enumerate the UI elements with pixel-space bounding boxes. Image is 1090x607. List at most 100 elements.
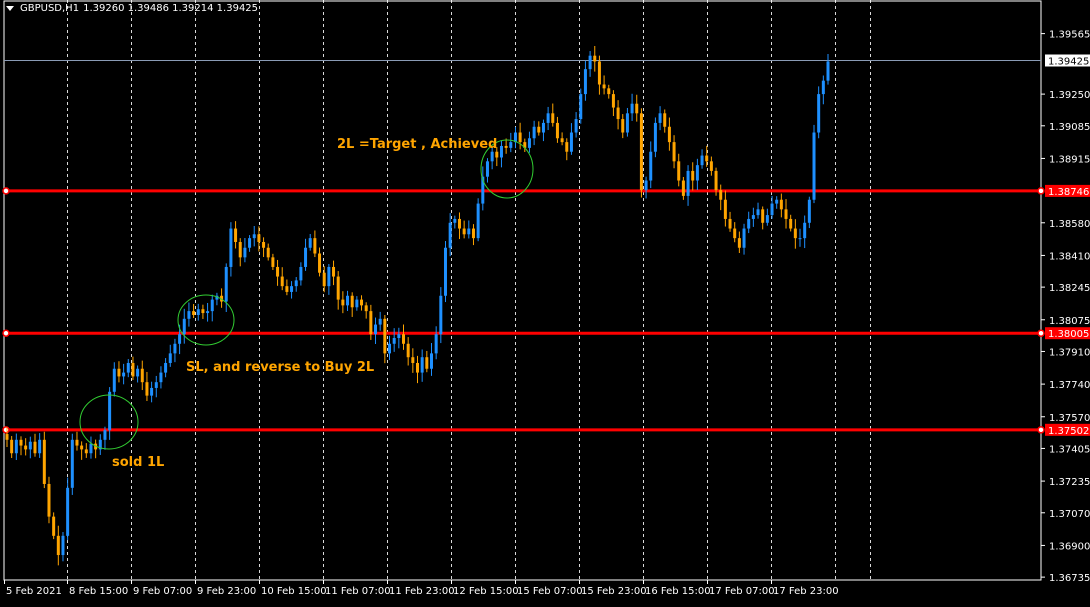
level-handle [1038,427,1044,433]
symbol-timeframe: GBPUSD,H1 [20,3,79,14]
candle-body [584,69,587,94]
candle-body [234,229,237,242]
candle-body [738,238,741,248]
candle-body [103,430,106,440]
candle-body [75,440,78,446]
candle-body [295,280,298,286]
candle-body [127,363,130,373]
y-tick-label: 1.37405 [1049,444,1090,455]
candle-body [351,296,354,308]
candle-body [799,238,802,239]
candle-body [271,257,274,267]
current-price-line: 1.39425 [4,54,1090,67]
candle-body [397,334,400,338]
candle-body [89,444,92,454]
candle-body [150,388,153,396]
level-handle [3,188,9,194]
candle-body [369,311,372,334]
candle-body [439,296,442,334]
candle-body [276,267,279,277]
candle-body [710,161,713,171]
candle-body [201,309,204,313]
candle-body [621,119,624,132]
candle-body [33,442,36,454]
x-tick-label: 15 Feb 23:00 [581,586,647,597]
candle-body [463,229,466,235]
chart-area[interactable]: 1.387461.380051.37502 1.39425 2L =Target… [0,0,1090,603]
level-handle [1038,330,1044,336]
candle-body [813,133,816,200]
candle-body [458,219,461,229]
y-tick-label: 1.38915 [1049,154,1090,165]
candle-body [141,369,144,382]
candle-body [491,152,494,162]
y-tick-label: 1.38075 [1049,316,1090,327]
y-tick-label: 1.38245 [1049,283,1090,294]
candle-body [187,311,190,319]
candle-body [262,242,265,248]
candle-body [337,277,340,300]
horizontal-levels[interactable]: 1.387461.380051.37502 [3,185,1090,437]
candle-body [248,238,251,248]
candle-body [453,219,456,223]
candle-body [612,94,615,107]
candle-body [155,382,158,388]
candle-body [341,300,344,306]
candle-body [229,229,232,267]
candle-body [519,133,522,143]
candle-body [313,238,316,253]
grid [4,0,1041,580]
candle-body [649,152,652,181]
candle-body [701,156,704,166]
candle-body [192,311,195,315]
candle-body [589,56,592,69]
candle-body [757,209,760,215]
chart-header: GBPUSD,H1 1.39260 1.39486 1.39214 1.3942… [6,3,258,14]
candle-body [827,61,830,80]
candle-body [430,353,433,368]
candle-body [159,373,162,383]
level-handle [1038,188,1044,194]
candle-body [257,234,260,242]
y-tick-label: 1.37070 [1049,509,1090,520]
candle-body [66,488,69,536]
candle-body [533,127,536,139]
annotation-circle [178,295,234,345]
candle-body [402,334,405,344]
candle-body [771,204,774,216]
candle-body [729,219,732,229]
candle-body [136,369,139,377]
candlestick-chart[interactable]: 1.387461.380051.37502 1.39425 2L =Target… [0,0,1090,603]
annotations: 2L =Target , AchievedSL, and reverse to … [80,137,533,470]
candle-body [122,373,125,377]
level-label: 1.38746 [1048,187,1089,198]
candle-body [38,440,41,453]
candle-body [145,382,148,395]
candle-body [682,181,685,196]
candle-body [645,181,648,191]
candle-body [164,363,167,373]
candle-body [6,434,9,440]
candle-body [570,133,573,152]
candle-body [407,344,410,357]
candle-body [178,334,181,344]
candle-body [477,204,480,239]
y-tick-label: 1.39565 [1049,30,1090,41]
candle-body [803,223,806,238]
chevron-down-icon[interactable] [6,6,14,11]
x-tick-label: 15 Feb 07:00 [517,586,583,597]
candle-body [169,353,172,363]
level-handle [3,427,9,433]
candle-body [304,248,307,267]
candle-body [556,123,559,138]
candle-body [696,165,699,180]
candle-body [631,104,634,114]
candle-body [691,171,694,181]
candle-body [131,363,134,376]
candle-body [117,369,120,377]
candle-body [547,113,550,123]
candle-body [724,200,727,219]
candle-body [743,229,746,248]
candle-body [785,209,788,219]
candle-body [715,171,718,190]
